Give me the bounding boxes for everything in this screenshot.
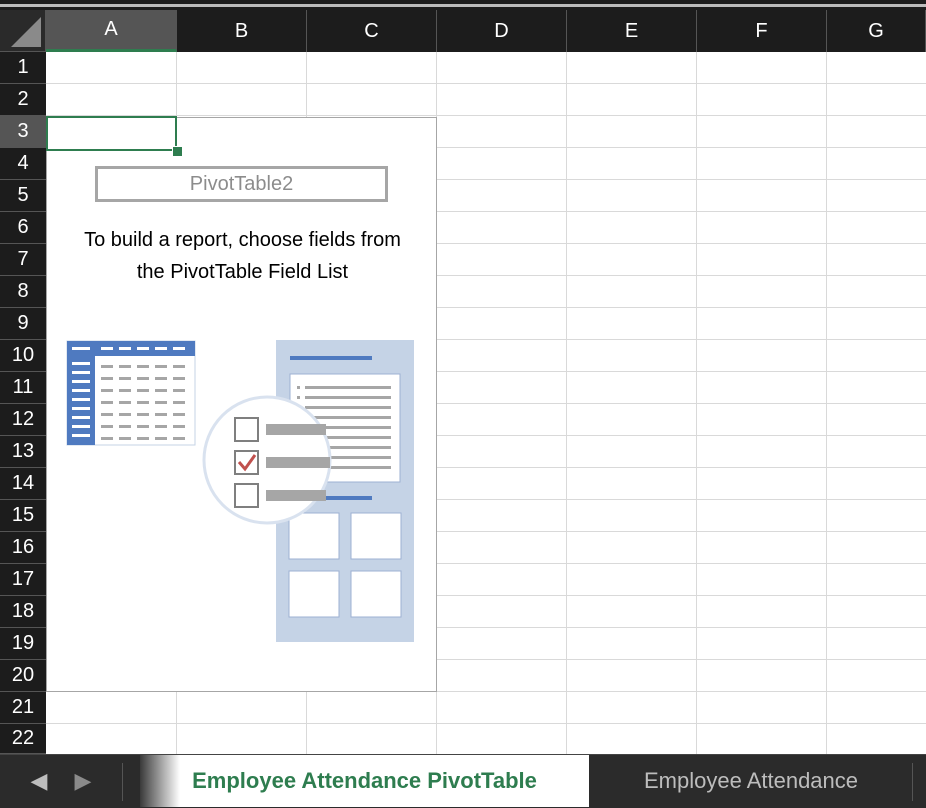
instructions-line-2: the PivotTable Field List	[136, 261, 349, 283]
row-header-12[interactable]: 12	[0, 404, 46, 436]
triangle-left-icon: ◀	[30, 768, 48, 793]
sheet-tab-bar: ◀ ▶ Employee Attendance PivotTable Emplo…	[0, 754, 926, 808]
instructions-line-1: To build a report, choose fields from	[84, 229, 401, 251]
sheet-tab-employee-attendance-pivottable[interactable]: Employee Attendance PivotTable	[140, 755, 589, 807]
triangle-right-icon: ▶	[74, 768, 92, 793]
row-header-7[interactable]: 7	[0, 244, 46, 276]
prev-sheet-button[interactable]: ◀	[28, 767, 50, 795]
column-header-c[interactable]: C	[307, 10, 437, 52]
column-header-d[interactable]: D	[437, 10, 567, 52]
row-header-3[interactable]: 3	[0, 116, 46, 148]
row-header-11[interactable]: 11	[0, 372, 46, 404]
row-header-22[interactable]: 22	[0, 724, 46, 754]
select-all-corner[interactable]	[0, 10, 46, 52]
window-top-strip	[0, 0, 926, 10]
row-header-15[interactable]: 15	[0, 500, 46, 532]
tab-separator	[122, 763, 123, 801]
pivottable-placeholder[interactable]: PivotTable2 To build a report, choose fi…	[46, 117, 437, 692]
row-header-2[interactable]: 2	[0, 84, 46, 116]
row-header-8[interactable]: 8	[0, 276, 46, 308]
checkbox-magnifier-icon	[202, 395, 332, 525]
row-header-18[interactable]: 18	[0, 596, 46, 628]
row-header-16[interactable]: 16	[0, 532, 46, 564]
row-header-14[interactable]: 14	[0, 468, 46, 500]
gridline-horizontal	[46, 115, 926, 116]
row-header-9[interactable]: 9	[0, 308, 46, 340]
column-header-e[interactable]: E	[567, 10, 697, 52]
row-header-17[interactable]: 17	[0, 564, 46, 596]
row-header-20[interactable]: 20	[0, 660, 46, 692]
gridline-horizontal	[46, 83, 926, 84]
row-header-4[interactable]: 4	[0, 148, 46, 180]
pivottable-illustration-icon	[66, 340, 414, 642]
column-header-a[interactable]: A	[46, 10, 177, 52]
column-header-f[interactable]: F	[697, 10, 827, 52]
fill-handle[interactable]	[172, 146, 183, 157]
pivottable-name: PivotTable2	[95, 166, 388, 202]
active-cell-a3[interactable]	[46, 116, 177, 151]
spreadsheet-grid[interactable]: A B C D E F G 1 2 3 4 5 6 7 8 9 10 11 12…	[0, 10, 926, 754]
select-all-icon	[11, 17, 41, 47]
row-header-19[interactable]: 19	[0, 628, 46, 660]
row-header-21[interactable]: 21	[0, 692, 46, 724]
row-header-1[interactable]: 1	[0, 52, 46, 84]
gridline-horizontal	[46, 723, 926, 724]
column-header-b[interactable]: B	[177, 10, 307, 52]
row-header-5[interactable]: 5	[0, 180, 46, 212]
next-sheet-button[interactable]: ▶	[72, 767, 94, 795]
sheet-tab-employee-attendance[interactable]: Employee Attendance	[590, 755, 912, 807]
pivottable-instructions: To build a report, choose fields from th…	[47, 224, 438, 288]
column-header-g[interactable]: G	[827, 10, 926, 52]
row-header-13[interactable]: 13	[0, 436, 46, 468]
row-header-10[interactable]: 10	[0, 340, 46, 372]
row-header-6[interactable]: 6	[0, 212, 46, 244]
table-graphic-icon	[66, 340, 196, 446]
tab-separator	[912, 763, 913, 801]
